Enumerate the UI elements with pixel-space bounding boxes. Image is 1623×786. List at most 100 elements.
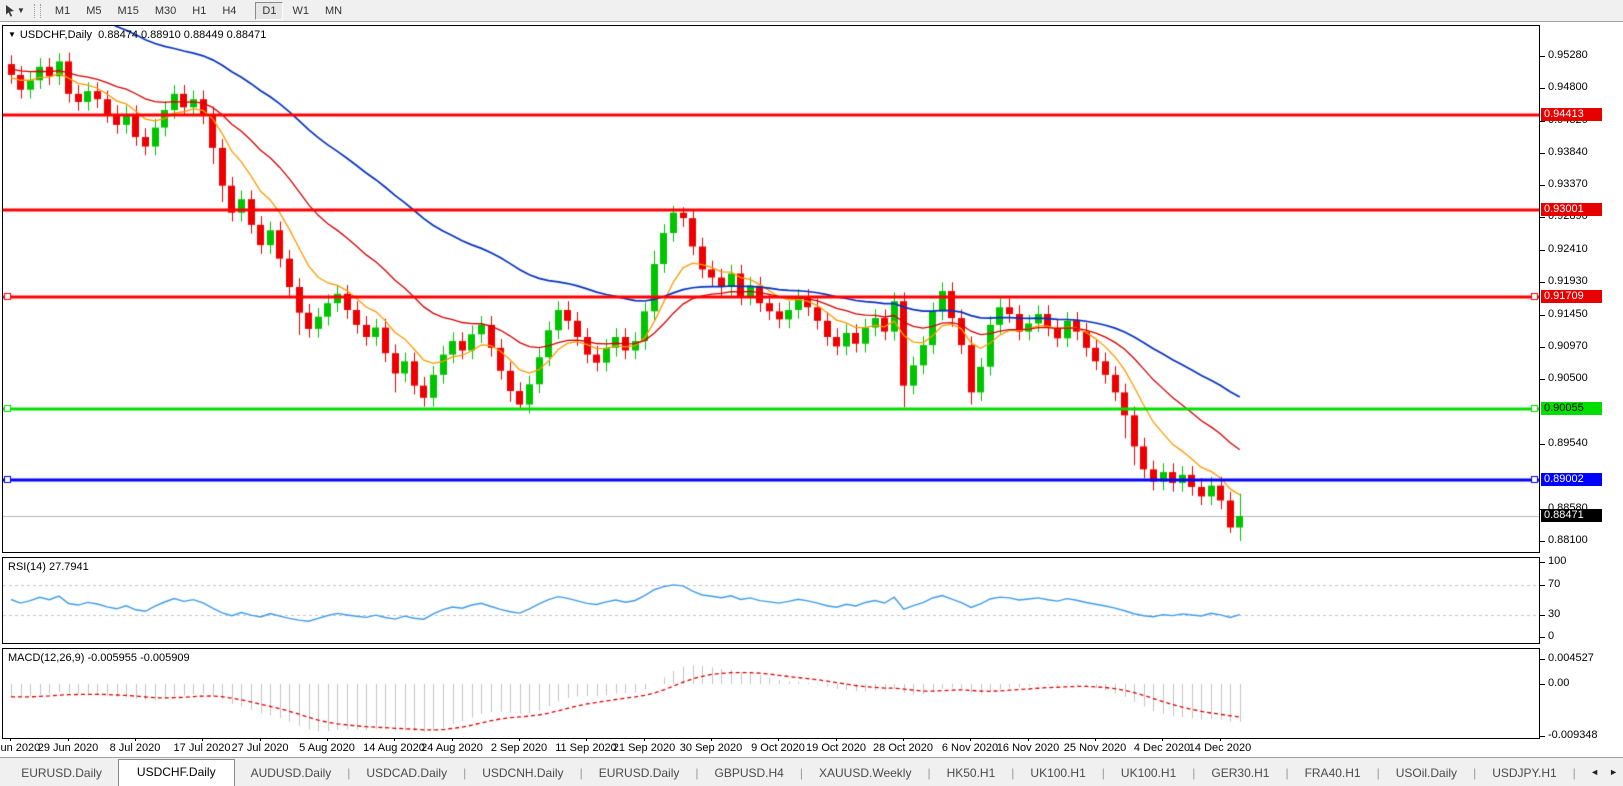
- trading-terminal-window: { "toolbar": { "cursor_tool": "cursor-to…: [0, 0, 1623, 786]
- rsi-canvas[interactable]: [3, 558, 1539, 643]
- macd-pane[interactable]: MACD(12,26,9) -0.005955 -0.005909: [2, 648, 1540, 739]
- chart-tab-ger30-h1[interactable]: GER30.H1: [1195, 761, 1285, 786]
- price-tick-label: 0.93370: [1548, 178, 1588, 190]
- price-tick-dash: [1540, 347, 1545, 348]
- timeframe-button-h4[interactable]: H4: [215, 2, 243, 20]
- date-tick-label: 24 Aug 2020: [421, 742, 483, 754]
- price-tick-dash: [1540, 88, 1545, 89]
- timeframe-button-d1[interactable]: D1: [255, 2, 283, 20]
- chart-tab-fra40-h1[interactable]: FRA40.H1: [1289, 761, 1377, 786]
- timeframe-button-w1[interactable]: W1: [285, 2, 316, 20]
- date-tick-mark: [202, 738, 203, 741]
- date-tick-label: 14 Aug 2020: [363, 742, 425, 754]
- chart-tab-eurusd-daily[interactable]: EURUSD.Daily: [5, 761, 118, 786]
- price-pane[interactable]: ▼USDCHF,Daily 0.88474 0.88910 0.88449 0.…: [2, 25, 1540, 553]
- timeframe-button-mn[interactable]: MN: [318, 2, 349, 20]
- title-collapse-icon[interactable]: ▼: [8, 30, 16, 39]
- date-tick-label: 19 Jun 2020: [0, 742, 40, 754]
- price-tick-label: 0.94800: [1548, 81, 1588, 93]
- price-tick-dash: [1540, 379, 1545, 380]
- date-tick-mark: [68, 738, 69, 741]
- date-tick-label: 11 Sep 2020: [555, 742, 617, 754]
- price-tick-dash: [1540, 217, 1545, 218]
- date-tick-mark: [1028, 738, 1029, 741]
- macd-tick-label: -0.009348: [1548, 729, 1598, 741]
- chart-tab-hk50-h1[interactable]: HK50.H1: [931, 761, 1012, 786]
- chart-tab-usoil-daily[interactable]: USOil.Daily: [1380, 761, 1473, 786]
- price-tick-label: 0.92410: [1548, 243, 1588, 255]
- chart-tab-eurusd-daily[interactable]: EURUSD.Daily: [583, 761, 696, 786]
- macd-tick-dash: [1540, 736, 1545, 737]
- macd-tick-label: 0.004527: [1548, 652, 1594, 664]
- price-tick-dash: [1540, 56, 1545, 57]
- rsi-tick-label: 70: [1548, 578, 1560, 590]
- chart-tab-usdcnh-daily[interactable]: USDCNH.Daily: [466, 761, 579, 786]
- price-chart-canvas[interactable]: [3, 26, 1539, 552]
- chart-window: ▼USDCHF,Daily 0.88474 0.88910 0.88449 0.…: [0, 22, 1623, 758]
- date-tick-mark: [327, 738, 328, 741]
- date-tick-mark: [970, 738, 971, 741]
- price-level-badge-0.93001: 0.93001: [1541, 203, 1602, 216]
- date-tick-label: 2 Sep 2020: [491, 742, 547, 754]
- date-tick-mark: [903, 738, 904, 741]
- macd-label: MACD(12,26,9) -0.005955 -0.005909: [8, 652, 190, 664]
- price-tick-label: 0.88100: [1548, 534, 1588, 546]
- rsi-tick-dash: [1540, 615, 1545, 616]
- chart-tab-audusd-daily[interactable]: AUDUSD.Daily: [235, 761, 348, 786]
- rsi-tick-dash: [1540, 585, 1545, 586]
- date-tick-mark: [778, 738, 779, 741]
- date-tick-mark: [452, 738, 453, 741]
- date-tick-label: 28 Oct 2020: [873, 742, 933, 754]
- chart-tab-usdcad-daily[interactable]: USDCAD.Daily: [350, 761, 463, 786]
- price-tick-label: 0.93840: [1548, 146, 1588, 158]
- macd-tick-dash: [1540, 659, 1545, 660]
- date-tick-label: 30 Sep 2020: [680, 742, 742, 754]
- price-level-badge-0.94413: 0.94413: [1541, 108, 1602, 121]
- macd-canvas[interactable]: [3, 649, 1539, 738]
- timeframe-button-m15[interactable]: M15: [110, 2, 145, 20]
- price-level-badge-0.88471: 0.88471: [1541, 509, 1602, 522]
- toolbar-drag-grip[interactable]: [34, 4, 41, 18]
- tab-scroll-right-button[interactable]: ►: [1604, 763, 1623, 781]
- cursor-tool-button[interactable]: ▼: [4, 4, 28, 17]
- price-tick-dash: [1540, 250, 1545, 251]
- price-tick-dash: [1540, 444, 1545, 445]
- chart-tab-uk100-h1[interactable]: UK100.H1: [1014, 761, 1101, 786]
- price-tick-label: 0.90500: [1548, 372, 1588, 384]
- chart-ohlc-values: 0.88474 0.88910 0.88449 0.88471: [98, 29, 266, 41]
- chart-tab-uk100-h1[interactable]: UK100.H1: [1105, 761, 1192, 786]
- chart-tab-dj30-daily[interactable]: DJ30.Daily: [1576, 761, 1585, 786]
- date-tick-label: 8 Jul 2020: [110, 742, 161, 754]
- date-tick-label: 27 Jul 2020: [232, 742, 289, 754]
- timeframe-button-h1[interactable]: H1: [185, 2, 213, 20]
- rsi-tick-dash: [1540, 637, 1545, 638]
- tab-scroll-left-button[interactable]: ◄: [1585, 763, 1604, 781]
- cursor-icon: [4, 4, 16, 17]
- chart-tab-usdjpy-h1[interactable]: USDJPY.H1: [1476, 761, 1572, 786]
- timeframe-buttons: M1M5M15M30H1H4 D1W1MN: [47, 5, 350, 17]
- timeframe-button-m1[interactable]: M1: [48, 2, 77, 20]
- price-level-badge-0.89002: 0.89002: [1541, 473, 1602, 486]
- chart-tab-usdchf-daily[interactable]: USDCHF.Daily: [118, 759, 235, 786]
- date-tick-mark: [10, 738, 11, 741]
- date-tick-label: 5 Aug 2020: [299, 742, 355, 754]
- timeframe-button-m30[interactable]: M30: [148, 2, 183, 20]
- date-tick-label: 29 Jun 2020: [38, 742, 99, 754]
- timeframe-button-m5[interactable]: M5: [79, 2, 108, 20]
- rsi-label: RSI(14) 27.7941: [8, 561, 89, 573]
- date-tick-label: 9 Oct 2020: [751, 742, 805, 754]
- chart-tab-xauusd-weekly[interactable]: XAUUSD.Weekly: [803, 761, 927, 786]
- date-tick-mark: [135, 738, 136, 741]
- date-tick-mark: [711, 738, 712, 741]
- rsi-pane[interactable]: RSI(14) 27.7941: [2, 557, 1540, 644]
- price-tick-dash: [1540, 121, 1545, 122]
- cursor-tool-caret-icon[interactable]: ▼: [17, 6, 25, 15]
- price-tick-dash: [1540, 315, 1545, 316]
- price-tick-label: 0.91450: [1548, 308, 1588, 320]
- date-tick-label: 6 Nov 2020: [942, 742, 998, 754]
- date-tick-label: 25 Nov 2020: [1064, 742, 1126, 754]
- date-tick-label: 14 Dec 2020: [1189, 742, 1251, 754]
- date-tick-mark: [836, 738, 837, 741]
- chart-tab-gbpusd-h4[interactable]: GBPUSD.H4: [699, 761, 800, 786]
- price-level-badge-0.91709: 0.91709: [1541, 290, 1602, 303]
